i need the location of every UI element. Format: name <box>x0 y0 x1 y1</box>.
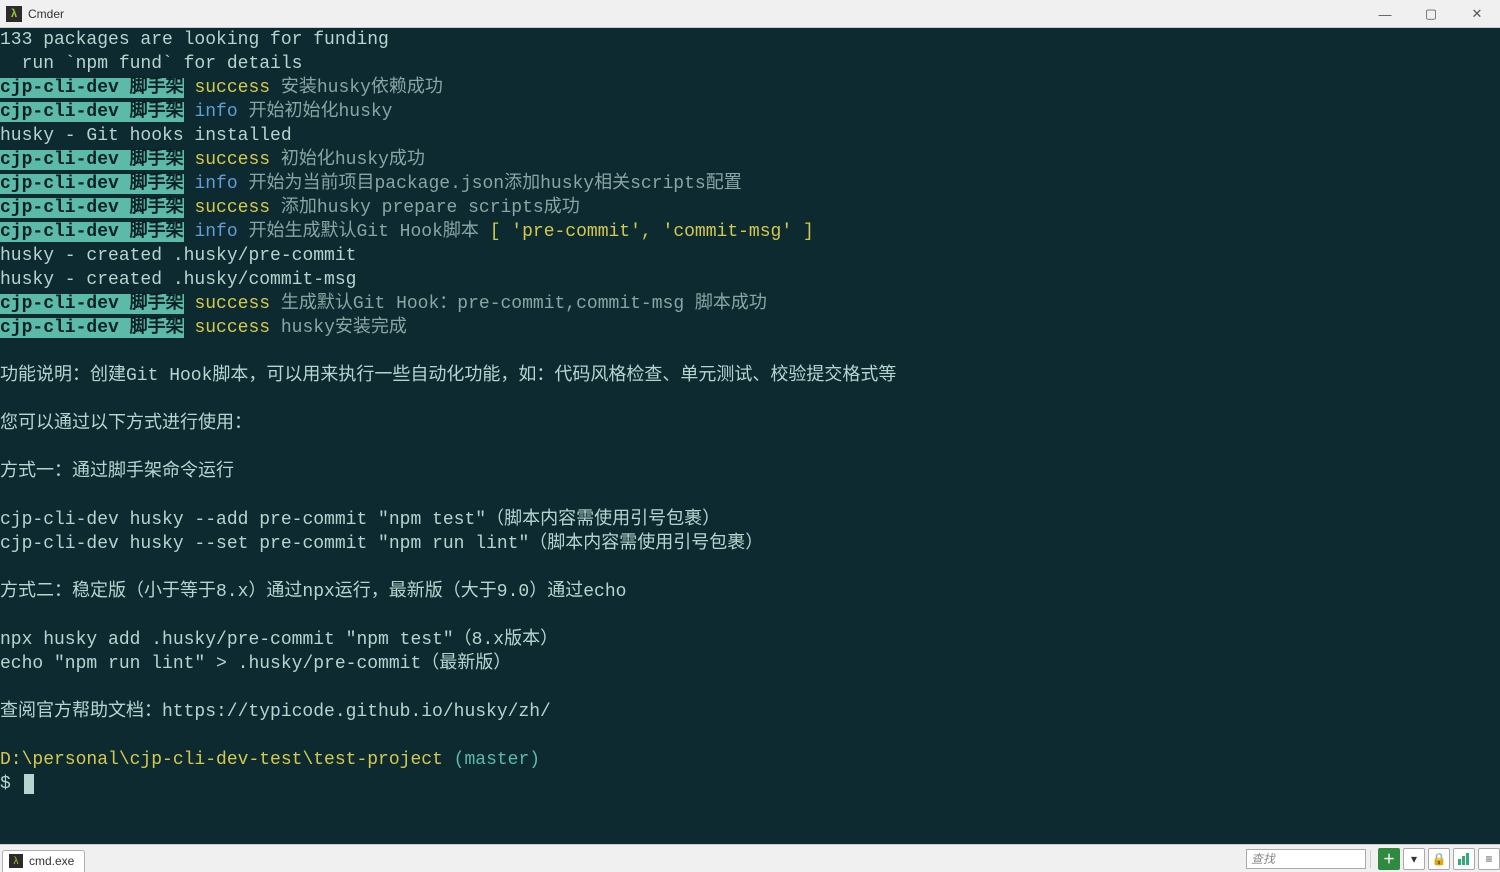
new-tab-button[interactable]: ＋ <box>1378 848 1400 870</box>
prompt-path: D:\personal\cjp-cli-dev-test\test-projec… <box>0 750 443 770</box>
terminal-line: echo "npm run lint" > .husky/pre-commit（… <box>0 652 1500 676</box>
terminal-line: cjp-cli-dev 脚手架 success 安装husky依赖成功 <box>0 76 1500 100</box>
log-message: husky安装完成 <box>281 318 407 338</box>
search-placeholder: 查找 <box>1251 850 1275 867</box>
terminal-line: cjp-cli-dev 脚手架 success 添加husky prepare … <box>0 196 1500 220</box>
terminal-line: cjp-cli-dev 脚手架 info 开始初始化husky <box>0 100 1500 124</box>
terminal-line <box>0 724 1500 748</box>
window-title: Cmder <box>28 7 64 21</box>
terminal-line: run `npm fund` for details <box>0 52 1500 76</box>
log-tag: cjp-cli-dev 脚手架 <box>0 318 184 338</box>
minimize-button[interactable]: — <box>1362 0 1408 28</box>
terminal-line: cjp-cli-dev 脚手架 info 开始为当前项目package.json… <box>0 172 1500 196</box>
log-tag: cjp-cli-dev 脚手架 <box>0 102 184 122</box>
bars-icon <box>1457 852 1471 866</box>
plus-icon: ＋ <box>1383 850 1395 867</box>
terminal-line <box>0 556 1500 580</box>
terminal-output[interactable]: 133 packages are looking for funding run… <box>0 28 1500 816</box>
terminal-line: 方式一：通过脚手架命令运行 <box>0 460 1500 484</box>
terminal-line: npx husky add .husky/pre-commit "npm tes… <box>0 628 1500 652</box>
separator <box>1370 850 1371 868</box>
log-tag: cjp-cli-dev 脚手架 <box>0 78 184 98</box>
menu-button[interactable]: ≡ <box>1478 848 1500 870</box>
terminal-line: husky - created .husky/commit-msg <box>0 268 1500 292</box>
terminal-line <box>0 604 1500 628</box>
prompt-input-line[interactable]: $ <box>0 772 1500 796</box>
statusbar: λ cmd.exe 查找 ＋ ▾ 🔒 ≡ <box>0 844 1500 872</box>
log-tag: cjp-cli-dev 脚手架 <box>0 222 184 242</box>
lock-icon: 🔒 <box>1432 852 1447 866</box>
log-level: info <box>194 222 237 242</box>
log-message: 初始化husky成功 <box>281 150 425 170</box>
cmd-icon: λ <box>9 854 23 868</box>
terminal-line: cjp-cli-dev husky --set pre-commit "npm … <box>0 532 1500 556</box>
log-level: success <box>194 78 270 98</box>
terminal-line <box>0 340 1500 364</box>
log-extra: [ 'pre-commit', 'commit-msg' ] <box>490 222 814 242</box>
terminal-line: cjp-cli-dev 脚手架 success 生成默认Git Hook：pre… <box>0 292 1500 316</box>
terminal-line: husky - created .husky/pre-commit <box>0 244 1500 268</box>
chevron-down-icon: ▾ <box>1411 852 1417 866</box>
prompt-line: D:\personal\cjp-cli-dev-test\test-projec… <box>0 748 1500 772</box>
lock-button[interactable]: 🔒 <box>1428 848 1450 870</box>
terminal-line: husky - Git hooks installed <box>0 124 1500 148</box>
terminal-line <box>0 676 1500 700</box>
log-message: 开始初始化husky <box>248 102 392 122</box>
log-tag: cjp-cli-dev 脚手架 <box>0 198 184 218</box>
hamburger-icon: ≡ <box>1485 852 1492 866</box>
window-controls: — ▢ ✕ <box>1362 0 1500 28</box>
taskbar-button[interactable] <box>1453 848 1475 870</box>
log-message: 开始为当前项目package.json添加husky相关scripts配置 <box>248 174 741 194</box>
log-level: info <box>194 174 237 194</box>
log-level: success <box>194 150 270 170</box>
search-input[interactable]: 查找 <box>1246 849 1366 869</box>
log-tag: cjp-cli-dev 脚手架 <box>0 294 184 314</box>
close-button[interactable]: ✕ <box>1454 0 1500 28</box>
app-icon: λ <box>6 6 22 22</box>
cursor <box>24 774 34 794</box>
tab-label: cmd.exe <box>29 854 74 868</box>
maximize-button[interactable]: ▢ <box>1408 0 1454 28</box>
log-message: 添加husky prepare scripts成功 <box>281 198 580 218</box>
log-message: 开始生成默认Git Hook脚本 <box>248 222 489 242</box>
terminal-line: cjp-cli-dev 脚手架 success 初始化husky成功 <box>0 148 1500 172</box>
terminal-line: 133 packages are looking for funding <box>0 28 1500 52</box>
titlebar: λ Cmder — ▢ ✕ <box>0 0 1500 28</box>
log-message: 生成默认Git Hook：pre-commit,commit-msg 脚本成功 <box>281 294 767 314</box>
log-level: success <box>194 318 270 338</box>
terminal-line <box>0 484 1500 508</box>
log-tag: cjp-cli-dev 脚手架 <box>0 150 184 170</box>
terminal-line: 查阅官方帮助文档：https://typicode.github.io/husk… <box>0 700 1500 724</box>
log-level: success <box>194 294 270 314</box>
prompt-branch: (master) <box>443 750 540 770</box>
log-tag: cjp-cli-dev 脚手架 <box>0 174 184 194</box>
terminal-line: cjp-cli-dev 脚手架 success husky安装完成 <box>0 316 1500 340</box>
log-level: success <box>194 198 270 218</box>
terminal-line: cjp-cli-dev 脚手架 info 开始生成默认Git Hook脚本 [ … <box>0 220 1500 244</box>
dropdown-button[interactable]: ▾ <box>1403 848 1425 870</box>
terminal-line: 功能说明：创建Git Hook脚本，可以用来执行一些自动化功能，如：代码风格检查… <box>0 364 1500 388</box>
terminal-line: cjp-cli-dev husky --add pre-commit "npm … <box>0 508 1500 532</box>
log-message: 安装husky依赖成功 <box>281 78 443 98</box>
terminal-line: 您可以通过以下方式进行使用： <box>0 412 1500 436</box>
prompt-symbol: $ <box>0 774 22 794</box>
terminal-line: 方式二：稳定版（小于等于8.x）通过npx运行，最新版（大于9.0）通过echo <box>0 580 1500 604</box>
terminal-line <box>0 388 1500 412</box>
log-level: info <box>194 102 237 122</box>
terminal-line <box>0 436 1500 460</box>
tab-cmd[interactable]: λ cmd.exe <box>2 850 85 872</box>
